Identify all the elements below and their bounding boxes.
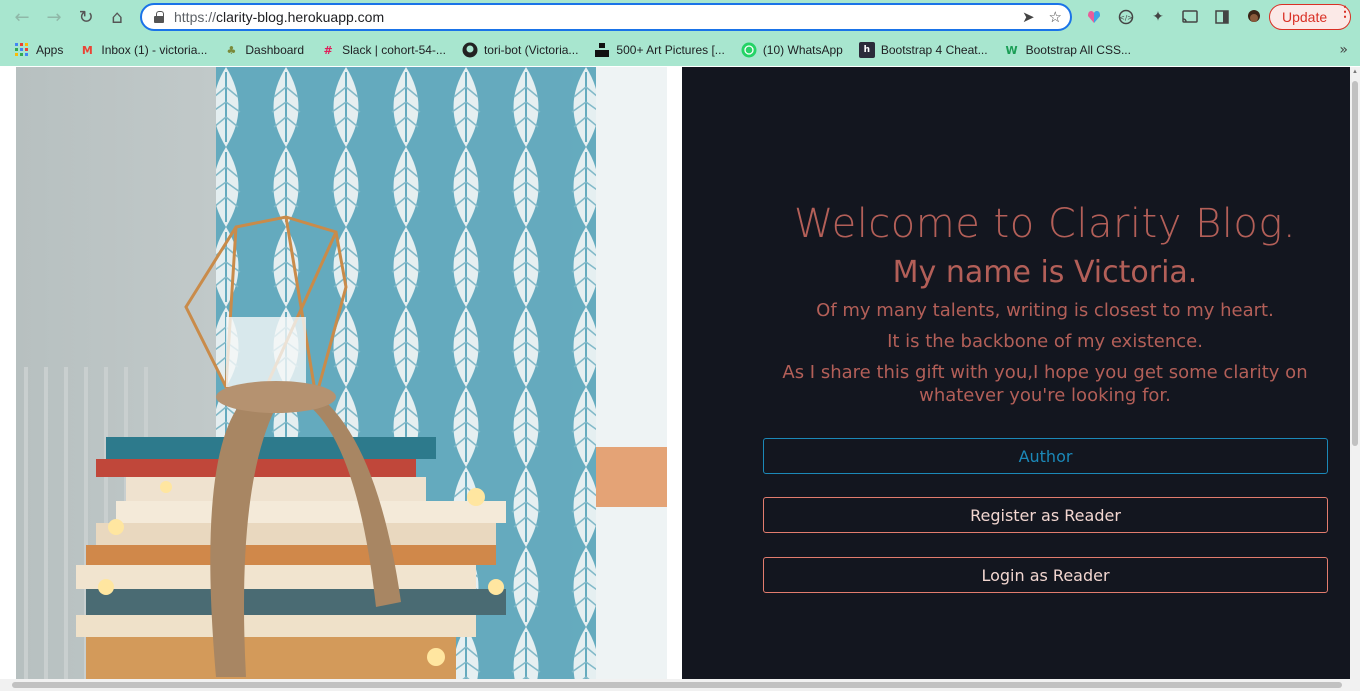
bookmark-dashboard[interactable]: ♣ Dashboard	[215, 38, 312, 62]
whatsapp-icon	[741, 42, 757, 58]
intro-line-1: Of my many talents, writing is closest t…	[816, 300, 1274, 321]
intro-line-3: As I share this gift with you,I hope you…	[782, 362, 1308, 406]
browser-toolbar: ← → ↻ ⌂ https://clarity-blog.herokuapp.c…	[0, 0, 1360, 34]
lock-icon[interactable]	[154, 11, 164, 23]
bookmark-label: Bootstrap All CSS...	[1025, 43, 1131, 57]
bookmark-unsplash[interactable]: 500+ Art Pictures [...	[586, 38, 732, 62]
update-button[interactable]: Update ⋮	[1269, 4, 1352, 30]
page-viewport: Welcome to Clarity Blog. My name is Vict…	[0, 67, 1350, 679]
bookmark-star-icon[interactable]: ☆	[1049, 8, 1062, 26]
bookmark-gmail[interactable]: M Inbox (1) - victoria...	[71, 38, 215, 62]
bookmarks-bar: Apps M Inbox (1) - victoria... ♣ Dashboa…	[0, 34, 1360, 66]
side-panel-icon[interactable]	[1210, 5, 1234, 29]
author-button[interactable]: Author	[763, 438, 1328, 474]
bookmark-label: Inbox (1) - victoria...	[101, 43, 208, 57]
url-text: https://clarity-blog.herokuapp.com	[174, 9, 385, 25]
vertical-scrollbar[interactable]: ▲	[1350, 67, 1360, 679]
unsplash-icon	[594, 42, 610, 58]
github-icon	[462, 42, 478, 58]
hero-photo	[16, 67, 667, 679]
welcome-panel: Welcome to Clarity Blog. My name is Vict…	[682, 67, 1350, 679]
home-icon[interactable]: ⌂	[102, 2, 132, 32]
w3-icon: W	[1005, 43, 1018, 57]
bookmark-label: 500+ Art Pictures [...	[616, 43, 725, 57]
bookmark-bootstrap-css[interactable]: W Bootstrap All CSS...	[996, 38, 1139, 62]
gmail-icon: M	[81, 43, 93, 57]
update-label: Update	[1282, 9, 1328, 25]
bookmark-slack[interactable]: # Slack | cohort-54-...	[312, 38, 454, 62]
reload-icon[interactable]: ↻	[71, 2, 101, 32]
welcome-heading: Welcome to Clarity Blog.	[793, 201, 1297, 247]
colorful-extension-icon[interactable]	[1082, 5, 1106, 29]
name-heading: My name is Victoria.	[892, 255, 1198, 290]
address-bar[interactable]: https://clarity-blog.herokuapp.com ➤ ☆	[140, 3, 1072, 31]
hackerthemes-icon: h	[858, 42, 875, 58]
bookmark-label: Slack | cohort-54-...	[342, 43, 446, 57]
horizontal-scrollbar[interactable]	[0, 679, 1360, 691]
profile-avatar[interactable]	[1242, 5, 1266, 29]
bookmark-label: (10) WhatsApp	[762, 43, 843, 57]
devtools-extension-icon[interactable]: </>	[1114, 5, 1138, 29]
login-reader-button[interactable]: Login as Reader	[763, 557, 1328, 593]
horizontal-scroll-thumb[interactable]	[12, 682, 1342, 688]
intro-line-2: It is the backbone of my existence.	[887, 331, 1203, 352]
cast-icon[interactable]	[1178, 5, 1202, 29]
forward-arrow-icon[interactable]: →	[39, 2, 69, 32]
register-reader-button[interactable]: Register as Reader	[763, 497, 1328, 533]
bookmark-label: tori-bot (Victoria...	[483, 43, 579, 57]
bookmarks-overflow-icon[interactable]: »	[1339, 42, 1348, 58]
vertical-scroll-thumb[interactable]	[1352, 81, 1358, 446]
send-icon[interactable]: ➤	[1022, 8, 1035, 26]
scroll-up-arrow-icon[interactable]: ▲	[1352, 69, 1358, 75]
bookmark-github[interactable]: tori-bot (Victoria...	[454, 38, 586, 62]
extensions-puzzle-icon[interactable]: ✦	[1146, 5, 1170, 29]
bookmark-bootstrap-cheatsheet[interactable]: h Bootstrap 4 Cheat...	[851, 38, 996, 62]
bookmark-label: Dashboard	[245, 43, 305, 57]
svg-text:</>: </>	[1119, 14, 1133, 22]
back-arrow-icon[interactable]: ←	[7, 2, 37, 32]
dashboard-icon: ♣	[226, 43, 237, 57]
bookmark-whatsapp[interactable]: (10) WhatsApp	[733, 38, 851, 62]
bookmark-apps[interactable]: Apps	[0, 38, 71, 62]
more-menu-icon[interactable]: ⋮	[1338, 4, 1352, 18]
bookmark-label: Bootstrap 4 Cheat...	[880, 43, 988, 57]
bookmark-label: Apps	[36, 43, 64, 57]
apps-grid-icon	[14, 42, 30, 58]
slack-icon: #	[323, 43, 333, 57]
